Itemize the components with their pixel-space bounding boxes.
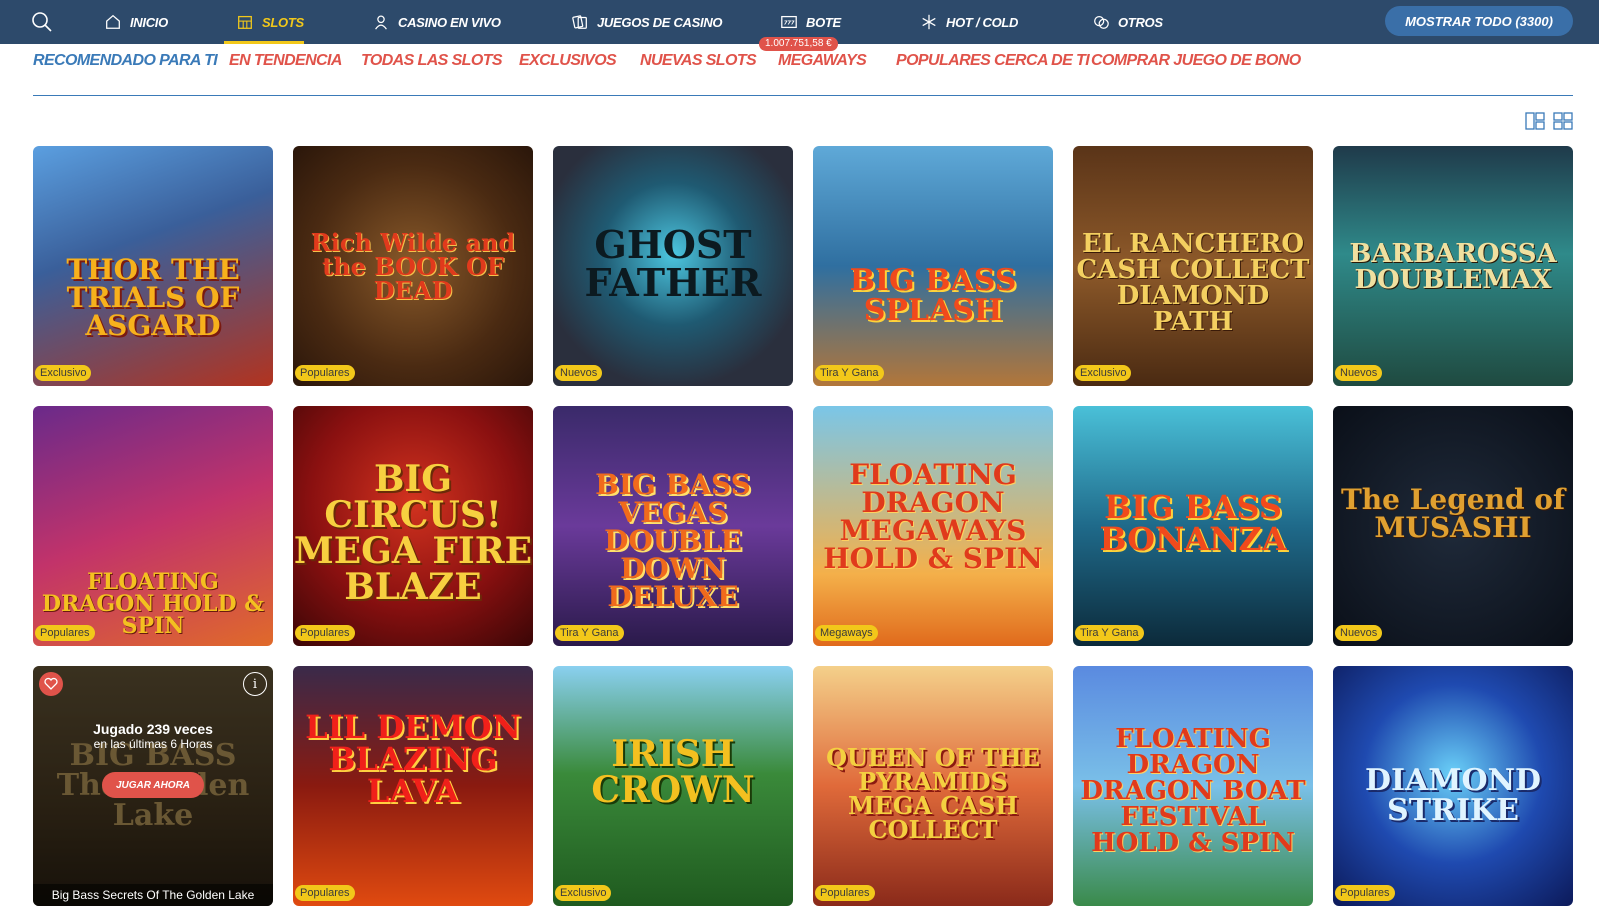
game-badge: Exclusivo xyxy=(1075,365,1132,381)
nav-label-inicio: INICIO xyxy=(130,14,168,30)
play-now-button[interactable]: JUGAR AHORA xyxy=(102,772,204,798)
tab-megaways[interactable]: MEGAWAYS xyxy=(778,52,867,70)
jackpot-icon: 777 xyxy=(781,15,797,29)
game-title: LIL DEMON BLAZING LAVA xyxy=(305,708,521,810)
game-badge: Tira Y Gana xyxy=(555,625,624,641)
game-tile-big-bass-bonanza[interactable]: BIG BASS BONANZA Tira Y Gana xyxy=(1073,406,1313,646)
game-title: BARBAROSSA DOUBLEMAX xyxy=(1349,239,1557,295)
slots-subtabs: RECOMENDADO PARA TI EN TENDENCIA TODAS L… xyxy=(33,48,1573,78)
info-icon[interactable]: i xyxy=(243,672,267,696)
search-icon[interactable] xyxy=(30,10,54,34)
nav-label-casino-en-vivo: CASINO EN VIVO xyxy=(398,14,501,30)
snowflake-icon xyxy=(922,14,936,30)
tab-nuevas-slots[interactable]: NUEVAS SLOTS xyxy=(640,52,757,70)
game-badge: Megaways xyxy=(815,625,878,641)
chips-icon xyxy=(1094,15,1109,29)
game-badge: Populares xyxy=(295,365,355,381)
dealer-icon xyxy=(375,15,387,30)
game-title: GHOST FATHER xyxy=(584,222,762,305)
nav-item-hot-cold[interactable]: HOT / COLD xyxy=(920,0,1018,44)
game-title: FLOATING DRAGON DRAGON BOAT FESTIVAL HOL… xyxy=(1080,724,1306,858)
game-badge: Tira Y Gana xyxy=(815,365,884,381)
nav-label-juegos-de-casino: JUEGOS DE CASINO xyxy=(597,14,723,30)
game-tile-big-bass-splash[interactable]: BIG BASS SPLASH Tira Y Gana xyxy=(813,146,1053,386)
tab-comprar-juego-bono[interactable]: COMPRAR JUEGO DE BONO xyxy=(1091,52,1301,70)
game-tile-big-bass-vegas[interactable]: BIG BASS VEGAS DOUBLE DOWN DELUXE Tira Y… xyxy=(553,406,793,646)
game-tile-irish-crown[interactable]: IRISH CROWN Exclusivo xyxy=(553,666,793,906)
played-period: en las últimas 6 Horas xyxy=(93,737,213,751)
game-title: Rich Wilde and the BOOK OF DEAD xyxy=(310,228,516,305)
nav-label-slots: SLOTS xyxy=(262,14,304,30)
subtabs-divider xyxy=(33,95,1573,96)
game-title: QUEEN OF THE PYRAMIDS MEGA CASH COLLECT xyxy=(826,743,1040,844)
game-title: BIG CIRCUS! MEGA FIRE BLAZE xyxy=(293,458,533,608)
game-title: IRISH CROWN xyxy=(591,733,755,811)
game-tile-musashi[interactable]: The Legend of MUSASHI Nuevos xyxy=(1333,406,1573,646)
game-tile-el-ranchero[interactable]: EL RANCHERO CASH COLLECT DIAMOND PATH Ex… xyxy=(1073,146,1313,386)
game-tile-diamond-strike[interactable]: DIAMOND STRIKE Populares xyxy=(1333,666,1573,906)
tab-en-tendencia[interactable]: EN TENDENCIA xyxy=(229,52,342,70)
nav-label-bote: BOTE xyxy=(806,14,841,30)
jackpot-amount-badge: 1.007.751,58 € xyxy=(759,37,838,51)
game-title: BIG BASS VEGAS DOUBLE DOWN DELUXE xyxy=(595,468,751,613)
game-title: EL RANCHERO CASH COLLECT DIAMOND PATH xyxy=(1076,229,1310,337)
game-tile-ghost-father[interactable]: GHOST FATHER Nuevos xyxy=(553,146,793,386)
game-tile-thor[interactable]: THOR THE TRIALS OF ASGARD Exclusivo xyxy=(33,146,273,386)
game-tile-floating-dragon-megaways[interactable]: FLOATING DRAGON MEGAWAYS HOLD & SPIN Meg… xyxy=(813,406,1053,646)
game-tile-queen-of-pyramids[interactable]: QUEEN OF THE PYRAMIDS MEGA CASH COLLECT … xyxy=(813,666,1053,906)
slot-machine-icon xyxy=(238,15,252,29)
game-title: The Legend of MUSASHI xyxy=(1340,483,1566,544)
show-all-button[interactable]: MOSTRAR TODO (3300) xyxy=(1385,6,1573,36)
game-tile-big-bass-golden-lake[interactable]: BIG BASS The Golden Lake i Jugado 239 ve… xyxy=(33,666,273,906)
tab-exclusivos[interactable]: EXCLUSIVOS xyxy=(519,52,617,70)
game-badge: Tira Y Gana xyxy=(1075,625,1144,641)
game-title: DIAMOND STRIKE xyxy=(1364,763,1542,828)
game-tile-book-of-dead[interactable]: Rich Wilde and the BOOK OF DEAD Populare… xyxy=(293,146,533,386)
nav-label-otros: OTROS xyxy=(1118,14,1163,30)
game-tile-lil-demon[interactable]: LIL DEMON BLAZING LAVA Populares xyxy=(293,666,533,906)
tab-todas-las-slots[interactable]: TODAS LAS SLOTS xyxy=(361,52,503,70)
tab-populares-cerca[interactable]: POPULARES CERCA DE TI xyxy=(896,52,1090,70)
cards-icon xyxy=(572,15,587,29)
nav-item-inicio[interactable]: INICIO xyxy=(104,0,168,44)
game-title: BIG BASS BONANZA xyxy=(1099,488,1287,558)
game-tile-floating-dragon-boat[interactable]: FLOATING DRAGON DRAGON BOAT FESTIVAL HOL… xyxy=(1073,666,1313,906)
nav-item-otros[interactable]: OTROS xyxy=(1092,0,1163,44)
game-badge: Nuevos xyxy=(555,365,603,381)
game-badge: Nuevos xyxy=(1335,365,1383,381)
game-badge: Populares xyxy=(295,625,355,641)
tab-recomendado[interactable]: RECOMENDADO PARA TI xyxy=(33,52,218,70)
layout-large-icon[interactable] xyxy=(1524,110,1546,132)
nav-active-indicator xyxy=(224,41,304,44)
layout-grid-icon[interactable] xyxy=(1552,110,1574,132)
game-tile-big-circus[interactable]: BIG CIRCUS! MEGA FIRE BLAZE Populares xyxy=(293,406,533,646)
game-title: FLOATING DRAGON MEGAWAYS HOLD & SPIN xyxy=(823,458,1043,575)
nav-item-slots[interactable]: SLOTS xyxy=(236,0,304,44)
game-title: BIG BASS SPLASH xyxy=(849,263,1017,328)
favorite-heart-icon[interactable] xyxy=(39,672,63,696)
home-icon xyxy=(106,14,120,29)
game-tile-barbarossa[interactable]: BARBAROSSA DOUBLEMAX Nuevos xyxy=(1333,146,1573,386)
played-count: Jugado 239 veces xyxy=(93,721,213,737)
nav-label-hot-cold: HOT / COLD xyxy=(946,14,1019,30)
game-tile-floating-dragon[interactable]: FLOATING DRAGON HOLD & SPIN Populares xyxy=(33,406,273,646)
game-badge: Exclusivo xyxy=(35,365,92,381)
nav-item-casino-en-vivo[interactable]: CASINO EN VIVO xyxy=(372,0,501,44)
game-badge: Nuevos xyxy=(1335,625,1383,641)
nav-item-juegos-de-casino[interactable]: JUEGOS DE CASINO xyxy=(571,0,723,44)
svg-text:777: 777 xyxy=(784,21,795,27)
game-badge: Populares xyxy=(35,625,95,641)
game-title: THOR THE TRIALS OF ASGARD xyxy=(66,253,240,342)
game-name: Big Bass Secrets Of The Golden Lake xyxy=(33,884,273,906)
